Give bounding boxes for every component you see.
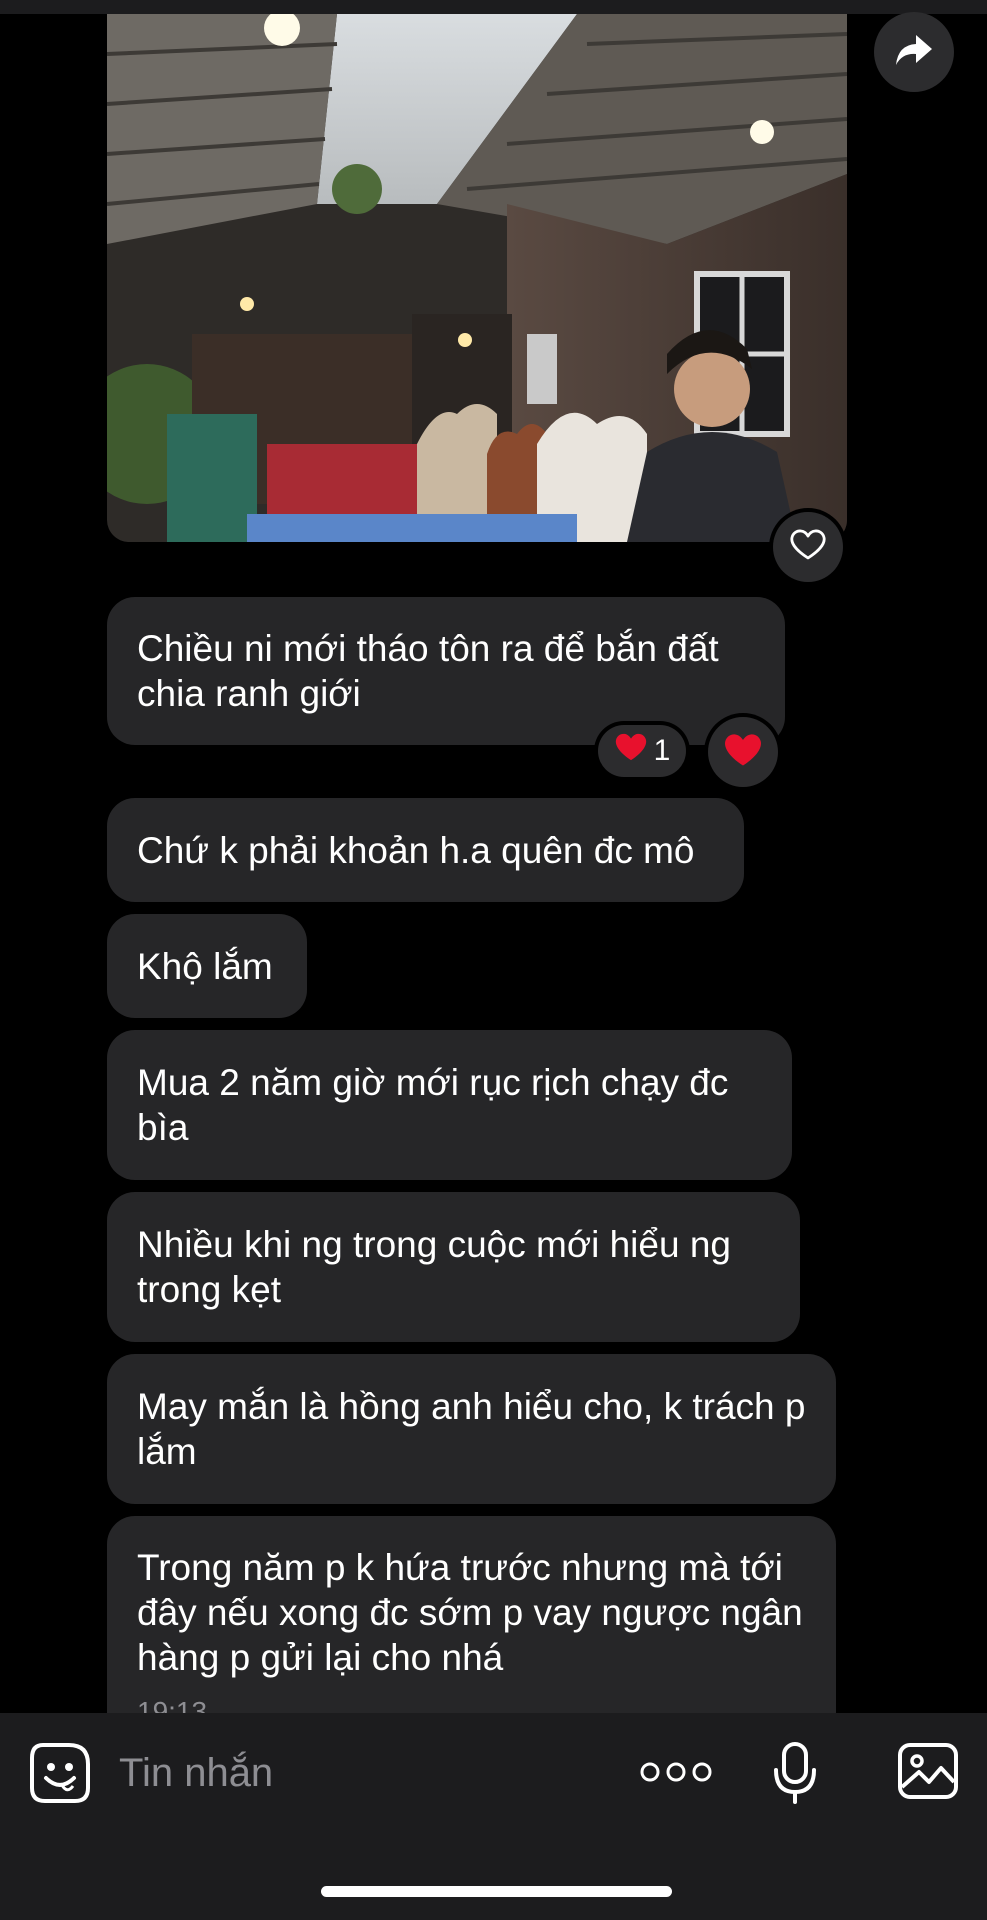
message-text: Khộ lắm — [137, 945, 273, 987]
message-bubble[interactable]: Nhiều khi ng trong cuộc mới hiểu ng tron… — [107, 1192, 800, 1342]
message-input[interactable]: Tin nhắn — [119, 1748, 273, 1798]
status-strip — [0, 0, 987, 14]
reaction-count: 1 — [653, 734, 671, 767]
more-dots-icon — [640, 1760, 712, 1789]
heart-outline-icon — [790, 529, 826, 566]
reaction-badge[interactable]: 1 — [598, 725, 686, 777]
more-button[interactable] — [636, 1757, 716, 1791]
message-bubble[interactable]: Trong năm p k hứa trước nhưng mà tới đây… — [107, 1516, 836, 1746]
heart-emoji-icon — [614, 732, 648, 770]
microphone-button[interactable] — [770, 1741, 820, 1809]
message-text: Chứ k phải khoản h.a quên đc mô — [137, 829, 695, 871]
home-indicator[interactable] — [321, 1886, 672, 1897]
sticker-face-icon — [29, 1742, 91, 1809]
message-bubble[interactable]: Chiều ni mới tháo tôn ra để bắn đất chia… — [107, 597, 785, 745]
microphone-icon — [773, 1741, 817, 1809]
message-bubble[interactable]: Chứ k phải khoản h.a quên đc mô — [107, 798, 744, 902]
gallery-button[interactable] — [897, 1742, 959, 1805]
message-text: May mắn là hồng anh hiểu cho, k trách p … — [137, 1386, 806, 1472]
heart-filled-icon — [723, 732, 763, 773]
photo-message[interactable] — [107, 14, 847, 542]
message-text: Mua 2 năm giờ mới rục rịch chạy đc bìa — [137, 1062, 729, 1148]
gallery-icon — [897, 1742, 959, 1805]
share-arrow-icon — [894, 33, 934, 72]
message-bubble[interactable]: Khộ lắm — [107, 914, 307, 1018]
photo-like-button[interactable] — [773, 512, 843, 582]
sticker-button[interactable] — [28, 1742, 92, 1809]
message-text: Nhiều khi ng trong cuộc mới hiểu ng tron… — [137, 1224, 731, 1310]
share-button[interactable] — [874, 12, 954, 92]
message-bubble[interactable]: May mắn là hồng anh hiểu cho, k trách p … — [107, 1354, 836, 1504]
message-text: Trong năm p k hứa trước nhưng mà tới đây… — [137, 1547, 803, 1678]
message-bubble[interactable]: Mua 2 năm giờ mới rục rịch chạy đc bìa — [107, 1030, 792, 1180]
message-text: Chiều ni mới tháo tôn ra để bắn đất chia… — [137, 628, 719, 714]
heart-reaction-button[interactable] — [708, 717, 778, 787]
